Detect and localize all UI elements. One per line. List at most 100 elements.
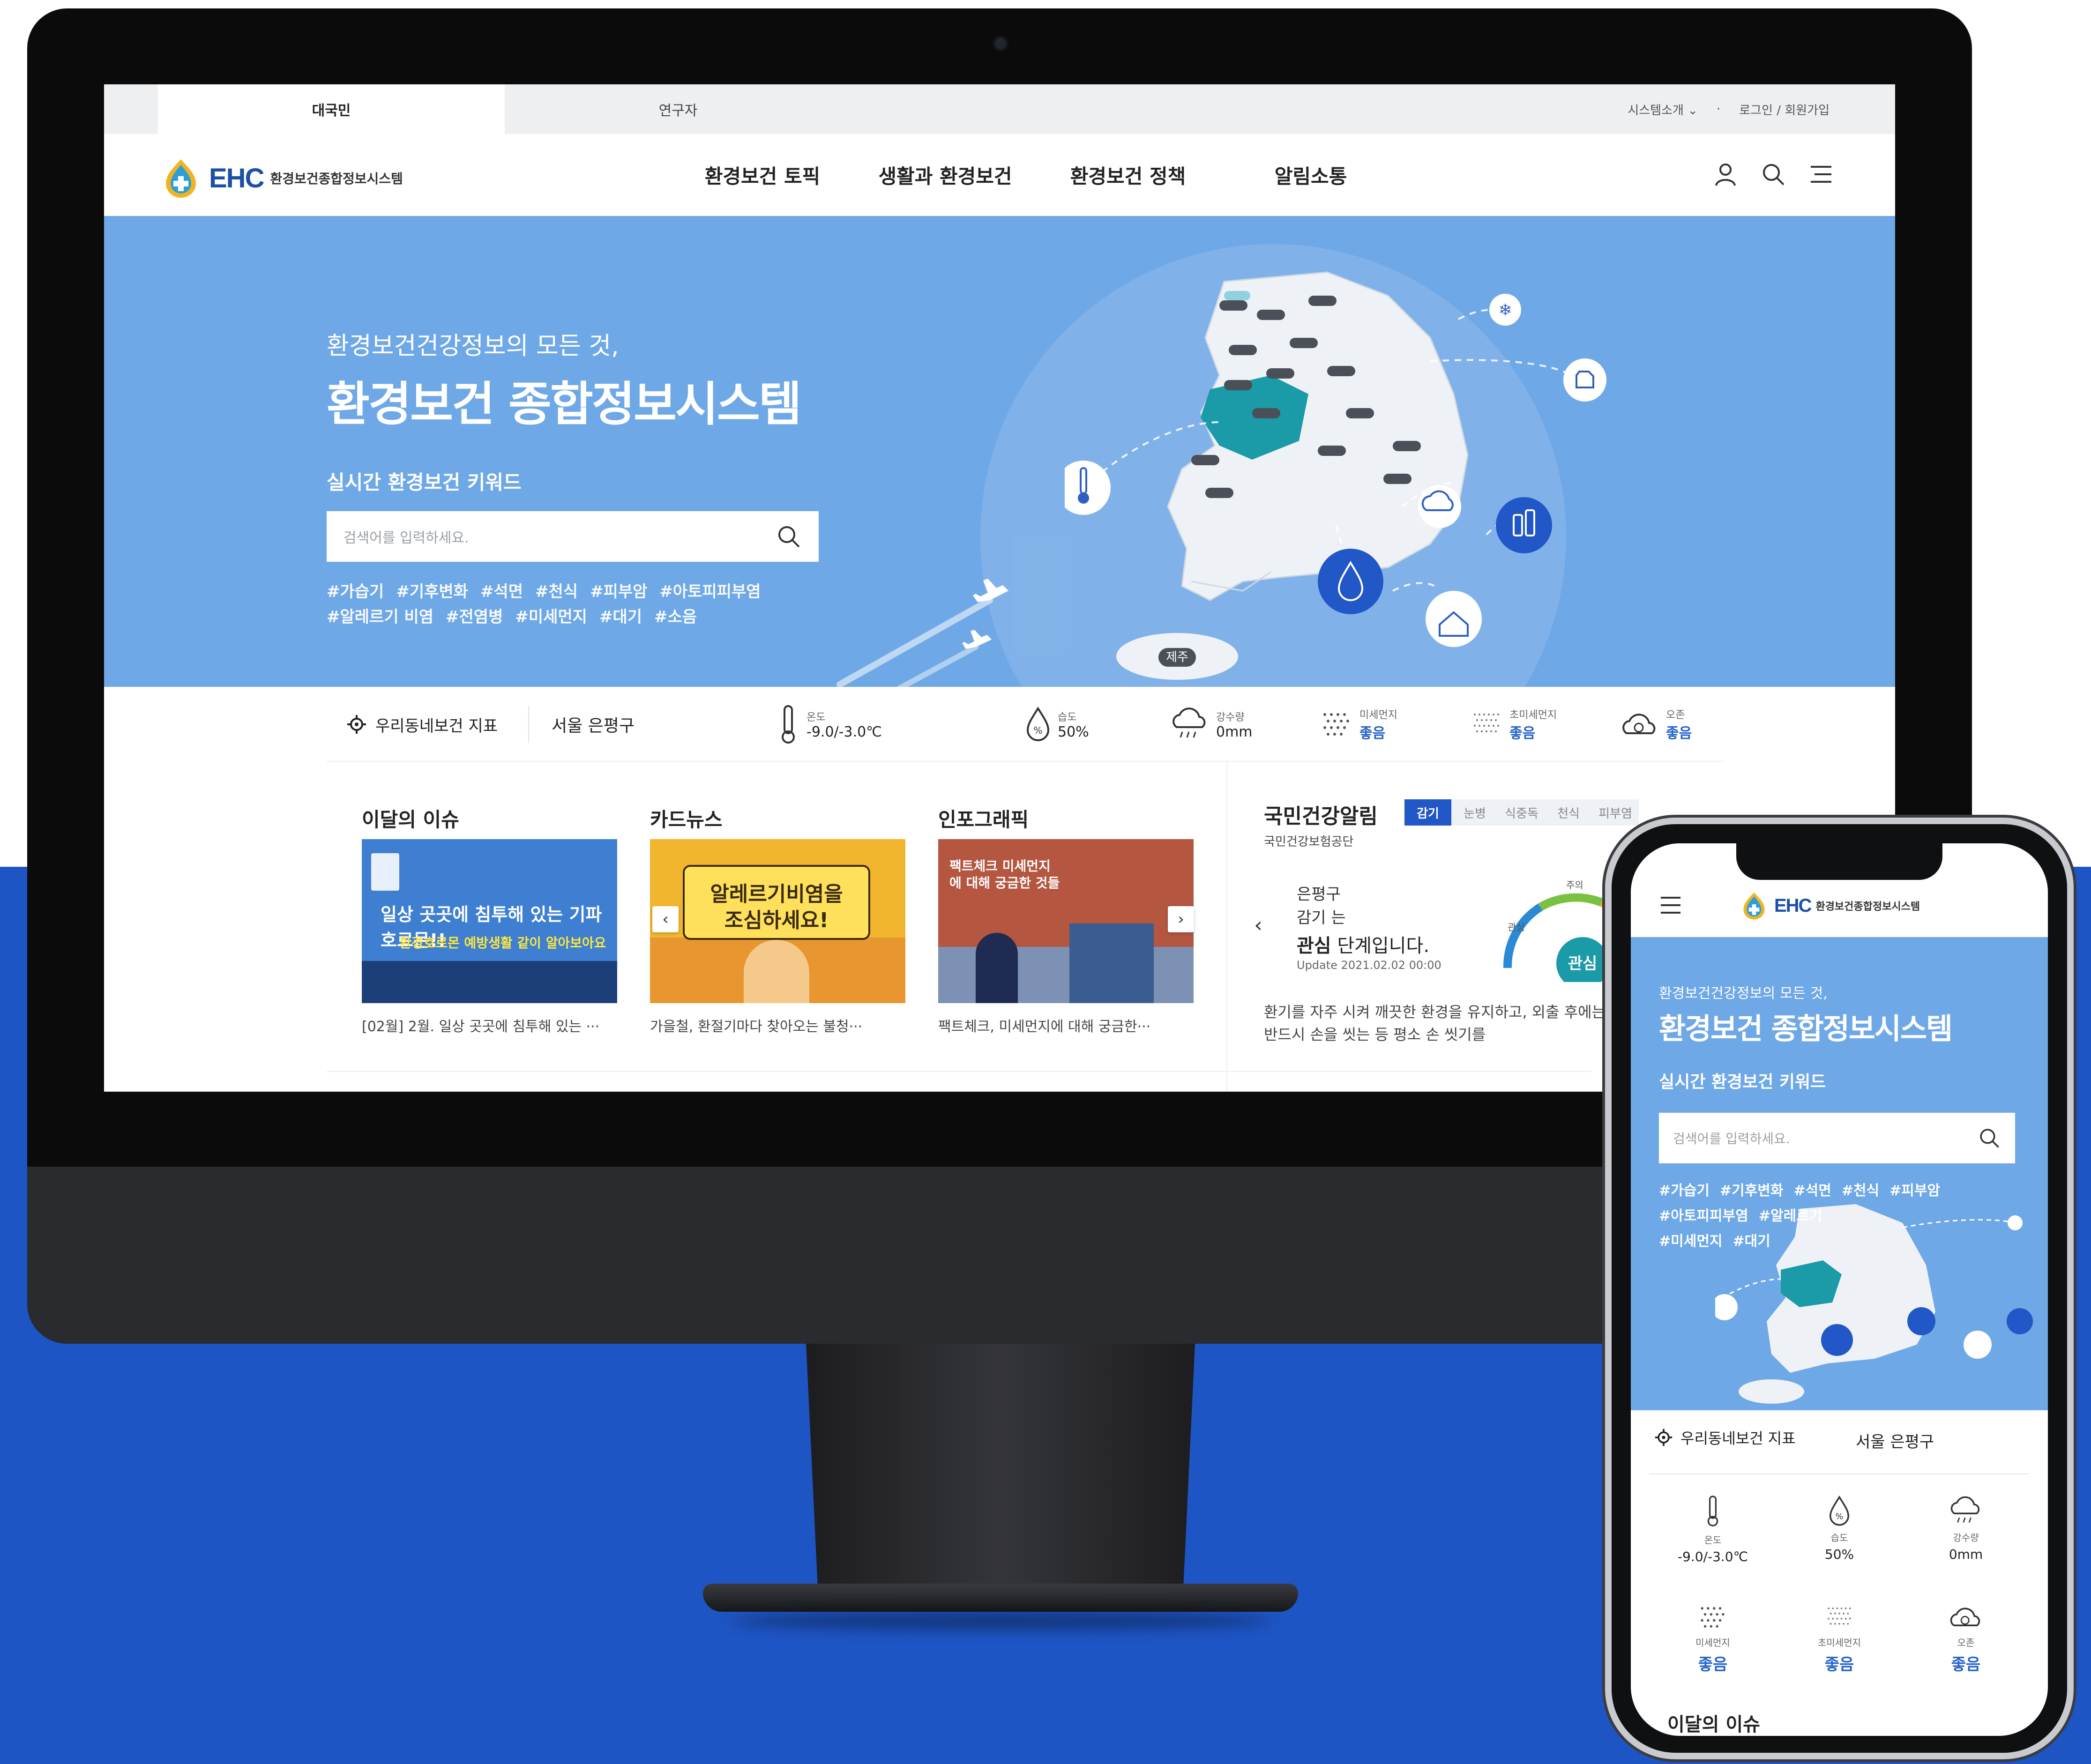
hero-section: 환경보건건강정보의 모든 것, 환경보건 종합정보시스템 실시간 환경보건 키워… — [104, 216, 1895, 687]
weather-label: 습도 — [1058, 711, 1077, 723]
alert-region: 은평구 — [1297, 885, 1341, 904]
search-icon[interactable] — [776, 523, 802, 550]
search-icon[interactable] — [1760, 161, 1786, 187]
login-link[interactable]: 로그인 / 회원가입 — [1739, 101, 1830, 118]
weather-label: 초미세먼지 — [1818, 1637, 1861, 1648]
infographic-caption[interactable]: 팩트체크, 미세먼지에 대해 궁금한··· — [938, 1015, 1194, 1035]
weather-value: 좋음 — [1359, 725, 1386, 742]
tab-public[interactable]: 대국민 — [158, 84, 505, 134]
tag[interactable]: #아토피피부염 — [659, 582, 761, 601]
airplane-icon — [836, 579, 1008, 687]
carousel-prev-button[interactable]: ‹ — [652, 906, 679, 932]
tag[interactable]: #알레르기 — [1759, 1208, 1822, 1224]
tag[interactable]: #석면 — [480, 582, 523, 601]
mobile-logo[interactable]: EHC 환경보건종합정보시스템 — [1739, 891, 1920, 920]
issue-thumbnail[interactable]: 일상 곳곳에 침투해 있는 기파호르몬!! 환경호르몬 예방생활 같이 알아보아… — [362, 839, 617, 1003]
search-input[interactable]: 검색어를 입력하세요. — [327, 511, 819, 562]
location-target-icon — [347, 715, 366, 734]
keyword-label: 실시간 환경보건 키워드 — [327, 471, 522, 494]
nav-notice[interactable]: 알림소통 — [1219, 161, 1402, 189]
mobile-search-input[interactable]: 검색어를 입력하세요. — [1659, 1113, 2015, 1163]
stand-shadow — [731, 1612, 1270, 1630]
mobile-location-select[interactable]: 서울 은평구 — [1856, 1429, 1934, 1452]
search-placeholder: 검색어를 입력하세요. — [344, 530, 469, 546]
tag[interactable]: #전염병 — [446, 608, 503, 626]
nav-topic[interactable]: 환경보건 토픽 — [671, 161, 854, 189]
tag[interactable]: #피부암 — [590, 582, 647, 601]
fine-dust-icon — [1701, 1607, 1725, 1628]
weather-value: 좋음 — [1951, 1655, 1981, 1674]
weather-label: 온도 — [1704, 1534, 1722, 1546]
weather-label: 오존 — [1957, 1637, 1975, 1648]
menu-icon[interactable] — [1659, 895, 1682, 915]
tag[interactable]: #대기 — [1733, 1233, 1770, 1250]
cardnews-title: 카드뉴스 — [650, 808, 723, 831]
infographic-thumbnail[interactable]: 팩트체크 미세먼지에 대해 궁금한 것들 — [938, 839, 1194, 1003]
site-logo[interactable]: EHC 환경보건종합정보시스템 — [159, 157, 403, 199]
tag[interactable]: #대기 — [599, 608, 642, 626]
weather-label: 미세먼지 — [1695, 1637, 1730, 1648]
tab-food-poisoning[interactable]: 식중독 — [1498, 799, 1545, 826]
separator-dot: · — [1717, 102, 1721, 116]
mobile-keyword-tags: #가습기 #기후변화 #석면 #천식 #피부암 #아토피피부염 #알레르기 #미세먼지 #대… — [1659, 1178, 2015, 1254]
weather-label: 온도 — [807, 711, 826, 723]
menu-icon[interactable] — [1808, 161, 1834, 187]
tag[interactable]: #미세먼지 — [1659, 1233, 1723, 1250]
search-icon[interactable] — [1978, 1126, 2001, 1150]
tag[interactable]: #미세먼지 — [515, 608, 587, 626]
tag[interactable]: #천식 — [1842, 1183, 1879, 1199]
cardnews-thumb-text: 알레르기비염을 조심하세요! — [710, 882, 843, 932]
weather-label: 습도 — [1830, 1532, 1848, 1543]
divider — [528, 706, 529, 743]
issue-caption[interactable]: [02월] 2월. 일상 곳곳에 침투해 있는 ··· — [362, 1015, 617, 1035]
nav-policy[interactable]: 환경보건 정책 — [1037, 161, 1219, 189]
tab-eye[interactable]: 눈병 — [1451, 799, 1498, 826]
system-intro-link[interactable]: 시스템소개 ⌄ — [1628, 101, 1698, 118]
tag[interactable]: #천식 — [535, 582, 578, 601]
system-intro-label: 시스템소개 — [1628, 103, 1684, 118]
alert-prev-button[interactable]: ‹ — [1245, 912, 1271, 938]
tag[interactable]: #기후변화 — [396, 582, 468, 601]
tag[interactable]: #석면 — [1793, 1183, 1831, 1199]
weather-ultrafine-dust: 초미세먼지 좋음 — [1776, 1585, 1903, 1692]
cardnews-caption[interactable]: 가을철, 환절기마다 찾아오는 불청··· — [650, 1015, 905, 1035]
weather-temperature: 온도 -9.0/-3.0℃ — [777, 701, 882, 748]
gauge-label-caution: 주의 — [1566, 879, 1583, 891]
tab-asthma[interactable]: 천식 — [1545, 799, 1592, 826]
alert-level-suffix: 단계입니다. — [1331, 935, 1430, 957]
hero-subtitle: 환경보건건강정보의 모든 것, — [327, 332, 619, 360]
weather-temperature: 온도 -9.0/-3.0℃ — [1650, 1474, 1776, 1582]
chevron-down-icon: ⌄ — [1688, 103, 1698, 118]
weather-value: 좋음 — [1698, 1655, 1728, 1674]
ozone-icon — [1622, 714, 1656, 734]
weather-humidity: % 습도 50% — [1776, 1474, 1903, 1582]
humidity-icon: % — [1026, 707, 1050, 741]
weather-label: 오존 — [1666, 709, 1685, 721]
tab-dermatitis[interactable]: 피부염 — [1592, 799, 1639, 826]
keyword-tags: #가습기 #기후변화 #석면 #천식 #피부암 #아토피피부염 #알레르기 비염 #전염병 #… — [327, 579, 819, 630]
imac-stand — [806, 1344, 1195, 1587]
location-select[interactable]: 서울 은평구 — [552, 687, 635, 762]
cardnews-thumbnail[interactable]: 알레르기비염을 조심하세요! — [650, 839, 905, 1003]
carousel-next-button[interactable]: › — [1168, 906, 1194, 932]
tag[interactable]: #가습기 — [1659, 1183, 1710, 1199]
tag[interactable]: #알레르기 비염 — [327, 608, 433, 626]
thermometer-icon — [1707, 1496, 1718, 1526]
tag[interactable]: #아토피피부염 — [1659, 1208, 1748, 1224]
tag[interactable]: #가습기 — [327, 582, 384, 601]
weather-fine-dust: 미세먼지 좋음 — [1320, 701, 1397, 748]
iphone-notch — [1736, 842, 1942, 880]
weather-value: -9.0/-3.0℃ — [807, 723, 882, 740]
infographic-title: 인포그래픽 — [938, 808, 1029, 831]
tab-cold[interactable]: 감기 — [1404, 799, 1451, 826]
weather-value: 좋음 — [1509, 725, 1536, 742]
tag[interactable]: #기후변화 — [1720, 1183, 1784, 1199]
nav-living[interactable]: 생활과 환경보건 — [854, 161, 1037, 189]
location-target-icon — [1655, 1429, 1673, 1446]
tab-researcher[interactable]: 연구자 — [505, 84, 851, 134]
mobile-hero-subtitle: 환경보건건강정보의 모든 것, — [1659, 985, 1828, 1002]
tag[interactable]: #피부암 — [1889, 1183, 1940, 1199]
user-icon[interactable] — [1712, 161, 1739, 187]
tag[interactable]: #소음 — [654, 608, 697, 626]
local-index-text: 우리동네보건 지표 — [375, 716, 498, 736]
